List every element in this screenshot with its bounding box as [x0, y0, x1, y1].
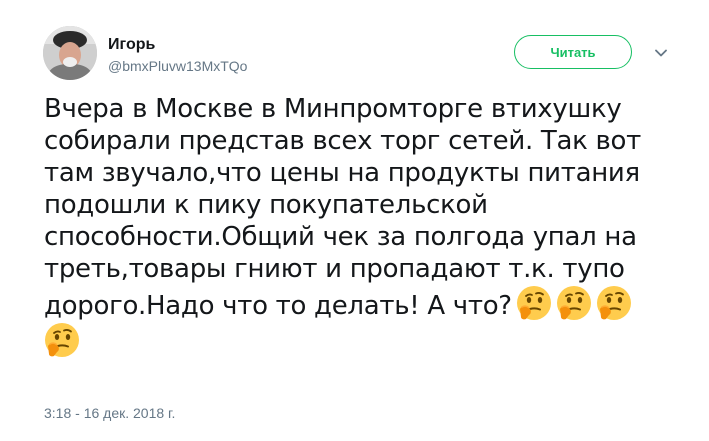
tweet-line: там звучало,что цены на продукты питания — [44, 158, 640, 188]
more-menu-button[interactable] — [650, 44, 672, 62]
user-handle[interactable]: @bmxPluvw13MxTQo — [108, 58, 247, 74]
tweet-line: подошли к пику покупательской — [44, 190, 488, 220]
tweet-timestamp[interactable]: 3:18 - 16 дек. 2018 г. — [44, 405, 175, 421]
tweet-card: Игорь @bmxPluvw13MxTQo Читать Вчера в Мо… — [0, 0, 709, 441]
tweet-line: треть,товары гниют и пропадают т.к. тупо — [44, 254, 625, 284]
tweet-line-last: дорого.Надо что то делать! А что? — [44, 285, 694, 322]
tweet-line-text: дорого.Надо что то делать! А что? — [44, 291, 512, 321]
tweet-line-emoji — [44, 322, 694, 359]
avatar-image — [43, 26, 97, 80]
thinking-face-icon — [595, 285, 632, 321]
tweet-line: способности.Общий чек за полгода упал на — [44, 222, 637, 252]
user-name[interactable]: Игорь — [108, 36, 155, 54]
chevron-down-icon — [655, 49, 667, 57]
thinking-face-icon — [44, 322, 80, 358]
avatar[interactable] — [43, 26, 97, 80]
tweet-line: Вчера в Москве в Минпромторге втихушку — [44, 94, 622, 124]
tweet-line: собирали представ всех торг сетей. Так в… — [44, 126, 641, 156]
thinking-face-icon — [555, 285, 592, 321]
follow-button[interactable]: Читать — [514, 35, 632, 69]
tweet-text: Вчера в Москве в Минпромторге втихушку с… — [44, 93, 694, 359]
thinking-face-icon — [515, 285, 552, 321]
